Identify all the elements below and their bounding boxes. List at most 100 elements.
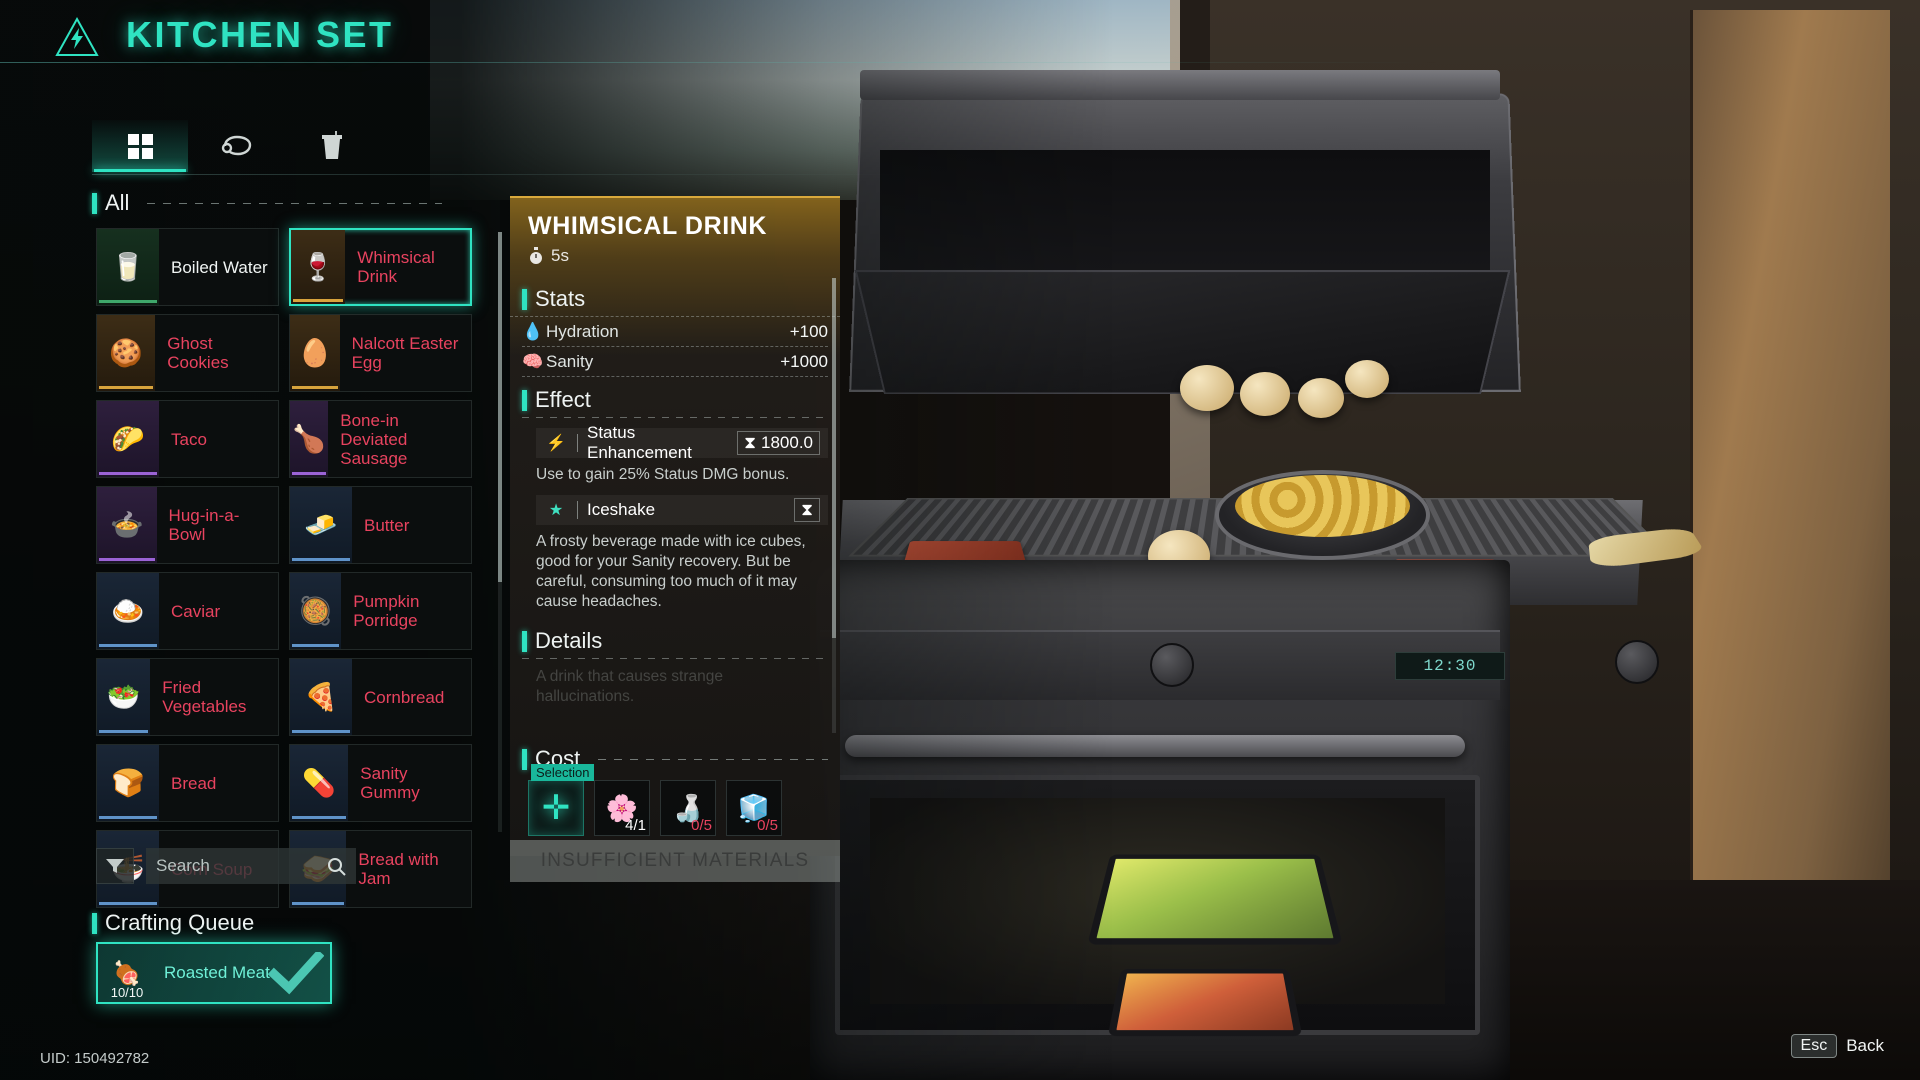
effect-row: ★ Iceshake ⧗: [536, 495, 828, 525]
selection-slot[interactable]: Selection ✛: [528, 764, 595, 836]
cost-item[interactable]: 🌸 4/1: [594, 780, 650, 836]
details-text: A drink that causes strange hallucinatio…: [536, 668, 723, 705]
add-plus-icon: ✛: [541, 789, 571, 827]
effect-row: ⚡ Status Enhancement ⧗ 1800.0: [536, 423, 828, 462]
item-card[interactable]: 🍛 Caviar: [96, 572, 279, 650]
cost-item[interactable]: 🍶 0/5: [660, 780, 716, 836]
item-card[interactable]: 🍞 Bread: [96, 744, 279, 822]
detail-scroll-thumb[interactable]: [832, 278, 836, 638]
queue-title: Crafting Queue: [105, 910, 255, 935]
item-card[interactable]: 🍲 Hug-in-a-Bowl: [96, 486, 279, 564]
cost-quantity: 0/5: [691, 817, 712, 834]
item-thumb-icon: 🍕: [290, 659, 352, 735]
footer-hint: Esc Back: [1790, 1034, 1884, 1058]
esc-key[interactable]: Esc: [1790, 1034, 1838, 1058]
stats-accent-bar: [522, 288, 527, 310]
item-thumb-icon: 🍷: [291, 230, 346, 304]
queue-accent-bar: [92, 912, 97, 934]
page-title: KITCHEN SET: [126, 14, 394, 55]
stats-section-label: Stats: [522, 286, 828, 312]
warning-lightning-icon: [55, 16, 99, 56]
search-input[interactable]: Search: [156, 856, 327, 876]
roasted-meat-icon: 🍖: [112, 959, 142, 986]
stats-rows: 💧 Hydration +100 🧠 Sanity +1000: [510, 317, 840, 377]
item-card[interactable]: 🌮 Taco: [96, 400, 279, 478]
hourglass-icon: ⧗: [801, 500, 813, 519]
item-card[interactable]: 🍪 Ghost Cookies: [96, 314, 279, 392]
item-card[interactable]: 🍷 Whimsical Drink: [289, 228, 472, 306]
queue-item[interactable]: 🍖 10/10 Roasted Meat: [96, 942, 332, 1004]
item-grid: 🥛 Boiled Water 🍷 Whimsical Drink 🍪 Ghost Cook…: [96, 228, 486, 908]
stat-row: 🧠 Sanity +1000: [522, 347, 828, 377]
item-card[interactable]: 🍕 Cornbread: [289, 658, 472, 736]
item-card[interactable]: 🥘 Pumpkin Porridge: [289, 572, 472, 650]
tabs-divider: [92, 174, 1242, 175]
effect-title: Effect: [535, 387, 591, 412]
item-thumb-icon: 🍪: [97, 315, 156, 391]
section-dashes: [147, 202, 442, 204]
effect-description: A frosty beverage made with ice cubes, g…: [536, 533, 806, 610]
search-icon[interactable]: [327, 857, 346, 876]
item-card[interactable]: 🥗 Fried Vegetables: [96, 658, 279, 736]
item-name: Bread: [171, 773, 217, 793]
item-thumb-icon: 🍞: [97, 745, 159, 821]
item-list[interactable]: 🥛 Boiled Water 🍷 Whimsical Drink 🍪 Ghost Cook…: [96, 228, 486, 908]
queue-item-count: 10/10: [110, 985, 144, 1000]
item-thumb-icon: 🥗: [97, 659, 151, 735]
item-name: Ghost Cookies: [167, 334, 229, 372]
item-card[interactable]: 🥛 Boiled Water: [96, 228, 279, 306]
effect-divider: [522, 417, 828, 418]
effect-section-label: Effect: [522, 387, 828, 413]
selection-tooltip: Selection: [531, 764, 595, 781]
search-row: Search: [96, 848, 356, 884]
tab-drink[interactable]: [284, 120, 380, 172]
effect-rows: ⚡ Status Enhancement ⧗ 1800.0 Use to gain 25…: [510, 423, 840, 612]
lightning-bolt-icon: ⚡: [546, 435, 566, 452]
back-label: Back: [1846, 1036, 1884, 1055]
item-name: Boiled Water: [171, 257, 268, 277]
cost-items: Selection ✛ 🌸 4/1 🍶 0/5 🧊 0/5: [528, 764, 782, 836]
item-thumb-icon: 🍲: [97, 487, 157, 563]
item-thumb-icon: 🥘: [290, 573, 342, 649]
effect-duration: ⧗: [794, 498, 820, 522]
effect-duration: ⧗ 1800.0: [737, 431, 820, 455]
cost-item[interactable]: 🧊 0/5: [726, 780, 782, 836]
tab-all[interactable]: [92, 120, 188, 172]
craft-button[interactable]: INSUFFICIENT MATERIALS: [510, 840, 840, 882]
item-card[interactable]: 🧈 Butter: [289, 486, 472, 564]
item-card[interactable]: 🥚 Nalcott Easter Egg: [289, 314, 472, 392]
stat-value: +100: [789, 321, 828, 341]
cost-dashes: [598, 758, 828, 760]
filter-button[interactable]: [96, 848, 134, 884]
header-divider: [0, 62, 1920, 63]
search-box[interactable]: Search: [146, 848, 356, 884]
stats-title: Stats: [535, 286, 586, 311]
item-list-scroll-thumb[interactable]: [498, 232, 502, 582]
effect-name: Iceshake: [587, 500, 656, 519]
effect-accent-bar: [522, 389, 527, 411]
stat-name: Hydration: [546, 321, 619, 341]
details-accent-bar: [522, 630, 527, 652]
crafting-ui: KITCHEN SET All 🥛 Boiled Water 🍷 Whimsic…: [0, 0, 1920, 1080]
meat-icon: [221, 135, 252, 156]
water-drop-icon: 💧: [522, 321, 544, 341]
item-name: Cornbread: [364, 687, 445, 707]
detail-title: WHIMSICAL DRINK: [528, 212, 768, 240]
item-thumb-icon: 🌮: [97, 401, 159, 477]
item-name: Nalcott Easter Egg: [351, 334, 459, 372]
detail-scroll-body: Stats 💧 Hydration +100 🧠 Sanity +1000 Effect …: [510, 276, 840, 736]
star-icon: ★: [548, 502, 564, 519]
effect-divider-line: [577, 501, 578, 519]
item-name: Taco: [171, 429, 207, 449]
item-card[interactable]: 💊 Sanity Gummy: [289, 744, 472, 822]
item-list-scrollbar[interactable]: [498, 232, 502, 832]
item-name: Sanity Gummy: [360, 764, 420, 802]
header: KITCHEN SET: [46, 8, 1246, 68]
sanity-head-icon: 🧠: [522, 351, 544, 371]
tab-food[interactable]: [188, 120, 284, 172]
drink-cup-icon: [322, 131, 342, 159]
item-thumb-icon: 🧈: [290, 487, 352, 563]
item-thumb-icon: 🍛: [97, 573, 159, 649]
stat-row: 💧 Hydration +100: [522, 317, 828, 347]
item-card[interactable]: 🍗 Bone-in Deviated Sausage: [289, 400, 472, 478]
